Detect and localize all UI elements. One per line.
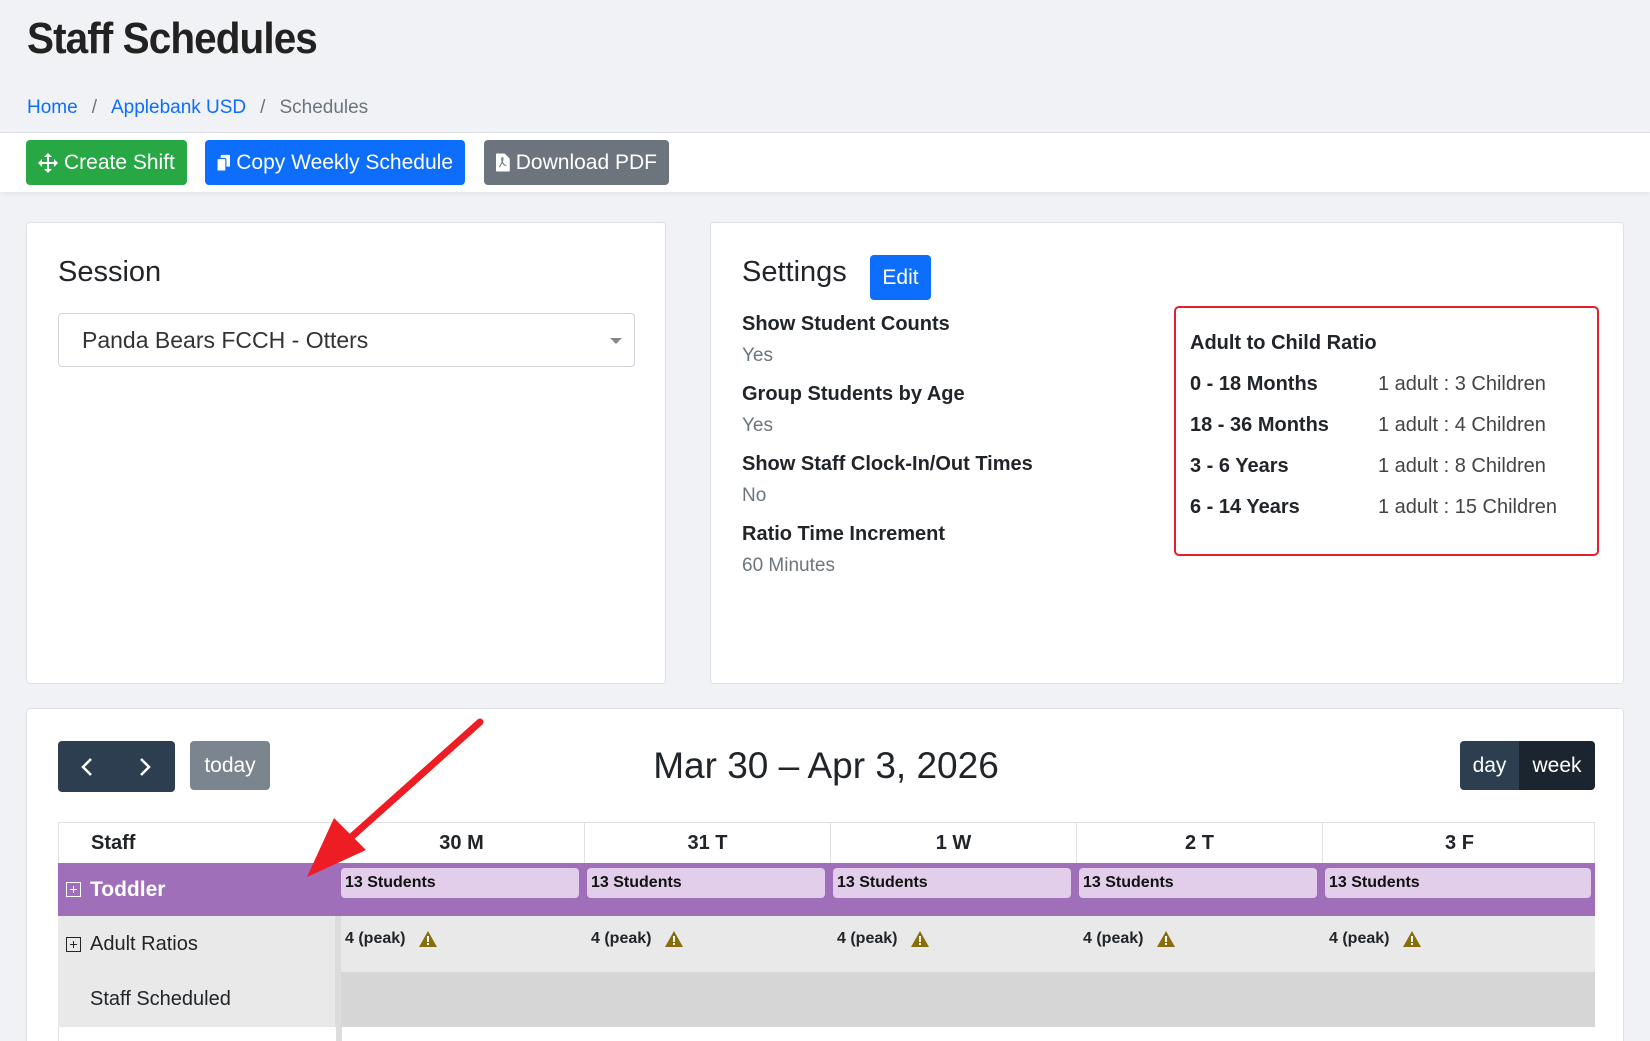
schedule-row xyxy=(58,1027,1595,1041)
setting-show-student-counts: Show Student Counts Yes xyxy=(742,313,950,367)
breadcrumb-current: Schedules xyxy=(279,97,369,118)
peak-value: 4 (peak) xyxy=(345,930,406,947)
peak-ratio: 4 (peak) xyxy=(591,930,684,948)
ratio-row: 6 - 14 Years 1 adult : 15 Children xyxy=(1190,496,1557,519)
session-select-value: Panda Bears FCCH - Otters xyxy=(82,326,369,353)
column-divider xyxy=(336,1027,342,1041)
breadcrumb-applebank[interactable]: Applebank USD xyxy=(111,97,246,119)
breadcrumb: Home / Applebank USD / Schedules xyxy=(27,97,368,119)
ratio-value: 1 adult : 15 Children xyxy=(1378,496,1558,518)
ratio-value: 1 adult : 3 Children xyxy=(1378,373,1546,395)
session-title: Session xyxy=(58,256,162,288)
download-pdf-button[interactable]: Download PDF xyxy=(484,140,669,185)
warning-icon xyxy=(911,931,930,947)
copy-weekly-label: Copy Weekly Schedule xyxy=(236,150,453,174)
setting-label: Show Student Counts xyxy=(742,313,950,335)
ratio-value: 1 adult : 4 Children xyxy=(1378,414,1546,436)
day-header[interactable]: 3 F xyxy=(1322,823,1596,864)
setting-ratio-time-increment: Ratio Time Increment 60 Minutes xyxy=(742,523,945,577)
day-header[interactable]: 1 W xyxy=(830,823,1076,864)
peak-value: 4 (peak) xyxy=(1329,930,1390,947)
student-count: 13 Students xyxy=(833,868,1071,898)
peak-ratio: 4 (peak) xyxy=(1329,930,1422,948)
column-divider xyxy=(335,972,341,1027)
download-pdf-label: Download PDF xyxy=(515,150,657,174)
ratio-age: 18 - 36 Months xyxy=(1190,414,1329,436)
warning-icon xyxy=(1403,931,1422,947)
session-card: Session Panda Bears FCCH - Otters xyxy=(26,222,666,684)
ratio-title: Adult to Child Ratio xyxy=(1190,332,1377,354)
setting-group-students-by-age: Group Students by Age Yes xyxy=(742,383,965,437)
setting-value: No xyxy=(742,485,767,506)
adult-child-ratio-panel: Adult to Child Ratio 0 - 18 Months 1 adu… xyxy=(1174,306,1599,556)
grid-header: Staff 30 M 31 T 1 W 2 T 3 F xyxy=(58,822,1596,864)
view-week-button[interactable]: week xyxy=(1519,741,1595,790)
breadcrumb-separator: / xyxy=(260,97,266,118)
warning-icon xyxy=(1157,931,1176,947)
toolbar: Create Shift Copy Weekly Schedule Downlo… xyxy=(0,133,1650,192)
student-count: 13 Students xyxy=(341,868,579,898)
peak-ratio: 4 (peak) xyxy=(1083,930,1176,948)
setting-value: Yes xyxy=(742,415,773,436)
edit-settings-button[interactable]: Edit xyxy=(870,255,931,300)
peak-value: 4 (peak) xyxy=(591,930,652,947)
group-toggle[interactable]: Toddler xyxy=(58,863,335,916)
ratio-age: 0 - 18 Months xyxy=(1190,373,1318,395)
ratio-row: 0 - 18 Months 1 adult : 3 Children xyxy=(1190,373,1546,396)
adult-ratios-toggle[interactable]: Adult Ratios xyxy=(58,916,335,972)
adult-ratios-row: Adult Ratios 4 (peak) 4 (peak) 4 (peak) … xyxy=(58,916,1595,972)
day-header[interactable]: 2 T xyxy=(1076,823,1322,864)
expand-icon xyxy=(66,936,81,952)
settings-card: Settings Edit Show Student Counts Yes Gr… xyxy=(710,222,1624,684)
peak-value: 4 (peak) xyxy=(1083,930,1144,947)
move-arrows-icon xyxy=(38,152,58,173)
ratio-age: 6 - 14 Years xyxy=(1190,496,1300,518)
setting-label: Show Staff Clock-In/Out Times xyxy=(742,453,1033,475)
group-row-toddler: Toddler 13 Students 13 Students 13 Stude… xyxy=(58,863,1595,916)
staff-scheduled-row: Staff Scheduled xyxy=(58,972,1595,1027)
staff-scheduled-label: Staff Scheduled xyxy=(58,972,335,1027)
breadcrumb-separator: / xyxy=(91,97,97,118)
column-divider xyxy=(335,916,341,972)
ratio-age: 3 - 6 Years xyxy=(1190,455,1289,477)
pdf-file-icon xyxy=(496,153,510,172)
warning-icon xyxy=(419,931,438,947)
peak-ratio: 4 (peak) xyxy=(345,930,438,948)
create-shift-button[interactable]: Create Shift xyxy=(26,140,187,185)
student-count: 13 Students xyxy=(1079,868,1317,898)
calendar-card: today Mar 30 – Apr 3, 2026 day week Staf… xyxy=(26,708,1624,1041)
expand-icon xyxy=(66,882,81,897)
student-count: 13 Students xyxy=(587,868,825,898)
group-label: Toddler xyxy=(90,877,166,901)
create-shift-label: Create Shift xyxy=(64,150,175,174)
day-header[interactable]: 31 T xyxy=(584,823,830,864)
setting-label: Group Students by Age xyxy=(742,383,965,405)
setting-value: Yes xyxy=(742,345,773,366)
copy-weekly-schedule-button[interactable]: Copy Weekly Schedule xyxy=(205,140,465,185)
ratio-row: 18 - 36 Months 1 adult : 4 Children xyxy=(1190,414,1546,437)
settings-title: Settings xyxy=(742,256,847,288)
ratio-value: 1 adult : 8 Children xyxy=(1378,455,1546,477)
adult-ratios-label: Adult Ratios xyxy=(90,932,198,955)
page-header: Staff Schedules Home / Applebank USD / S… xyxy=(0,0,1650,133)
breadcrumb-home[interactable]: Home xyxy=(27,97,78,119)
peak-ratio: 4 (peak) xyxy=(837,930,930,948)
student-count: 13 Students xyxy=(1325,868,1591,898)
warning-icon xyxy=(665,931,684,947)
session-select[interactable]: Panda Bears FCCH - Otters xyxy=(58,313,635,367)
view-day-button[interactable]: day xyxy=(1460,741,1519,790)
calendar-date-range: Mar 30 – Apr 3, 2026 xyxy=(653,745,999,786)
staff-column-header: Staff xyxy=(91,832,136,854)
day-header[interactable]: 30 M xyxy=(338,823,584,864)
page-title: Staff Schedules xyxy=(27,14,318,63)
setting-show-clock-times: Show Staff Clock-In/Out Times No xyxy=(742,453,1033,507)
setting-label: Ratio Time Increment xyxy=(742,523,946,545)
copy-icon xyxy=(217,154,231,172)
view-switcher: day week xyxy=(1460,741,1595,790)
chevron-down-icon xyxy=(610,338,622,344)
ratio-row: 3 - 6 Years 1 adult : 8 Children xyxy=(1190,455,1546,478)
peak-value: 4 (peak) xyxy=(837,930,898,947)
setting-value: 60 Minutes xyxy=(742,555,835,576)
